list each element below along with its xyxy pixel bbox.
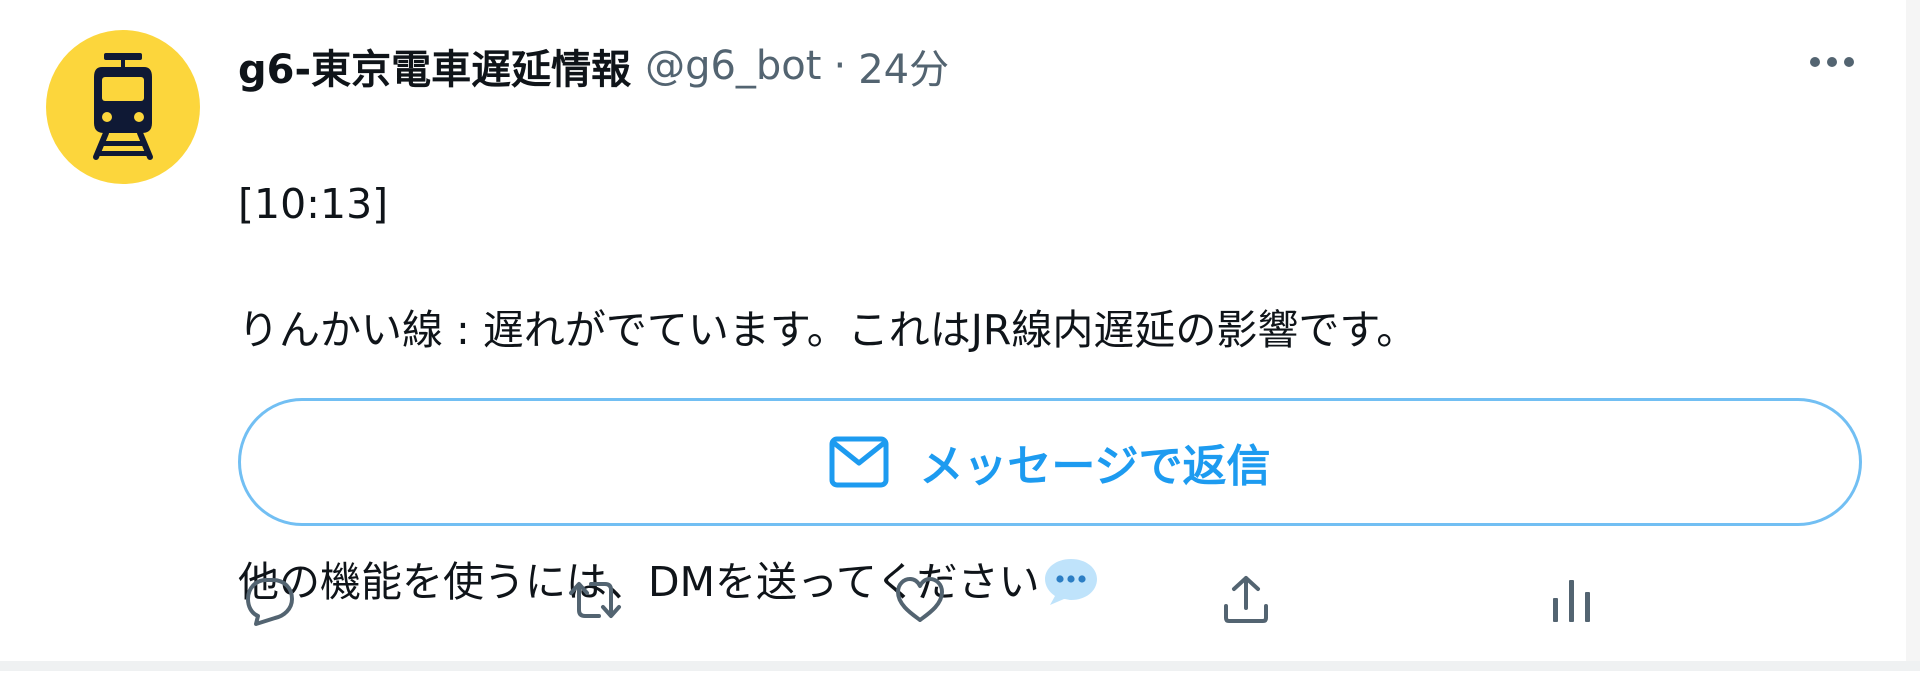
retweet-icon	[569, 582, 621, 618]
user-handle[interactable]: @g6_bot	[645, 43, 821, 89]
more-options-button[interactable]	[1800, 38, 1864, 86]
reply-by-message-label: メッセージで返信	[919, 441, 1271, 492]
mail-icon	[829, 436, 889, 488]
more-icon	[1810, 57, 1854, 67]
tweet-header: g6-東京電車遅延情報 @g6_bot · 24分	[238, 38, 949, 94]
tweet-time[interactable]: 24分	[858, 37, 949, 95]
analytics-icon	[1553, 580, 1590, 622]
share-button[interactable]	[1206, 560, 1286, 640]
analytics-button[interactable]	[1532, 560, 1612, 640]
like-icon	[896, 577, 944, 622]
tweet-text-line-status: りんかい線 : 遅れがでています。これはJR線内遅延の影響です。	[238, 306, 1418, 354]
scrollbar-track	[1906, 0, 1920, 671]
tweet-card[interactable]: g6-東京電車遅延情報 @g6_bot · 24分 [10:13] りんかい線 …	[0, 0, 1920, 671]
tweet-text-line-time: [10:13]	[238, 180, 389, 228]
retweet-button[interactable]	[555, 560, 635, 640]
tweet-actions	[238, 560, 1638, 640]
like-button[interactable]	[880, 560, 960, 640]
bottom-divider	[0, 661, 1920, 671]
reply-button[interactable]	[230, 560, 310, 640]
reply-icon	[246, 578, 294, 626]
reply-by-message-button[interactable]: メッセージで返信	[238, 398, 1862, 526]
train-icon	[93, 53, 153, 160]
avatar[interactable]	[46, 30, 200, 184]
display-name[interactable]: g6-東京電車遅延情報	[238, 37, 631, 95]
share-icon	[1224, 576, 1268, 623]
separator-dot: ·	[833, 43, 847, 89]
